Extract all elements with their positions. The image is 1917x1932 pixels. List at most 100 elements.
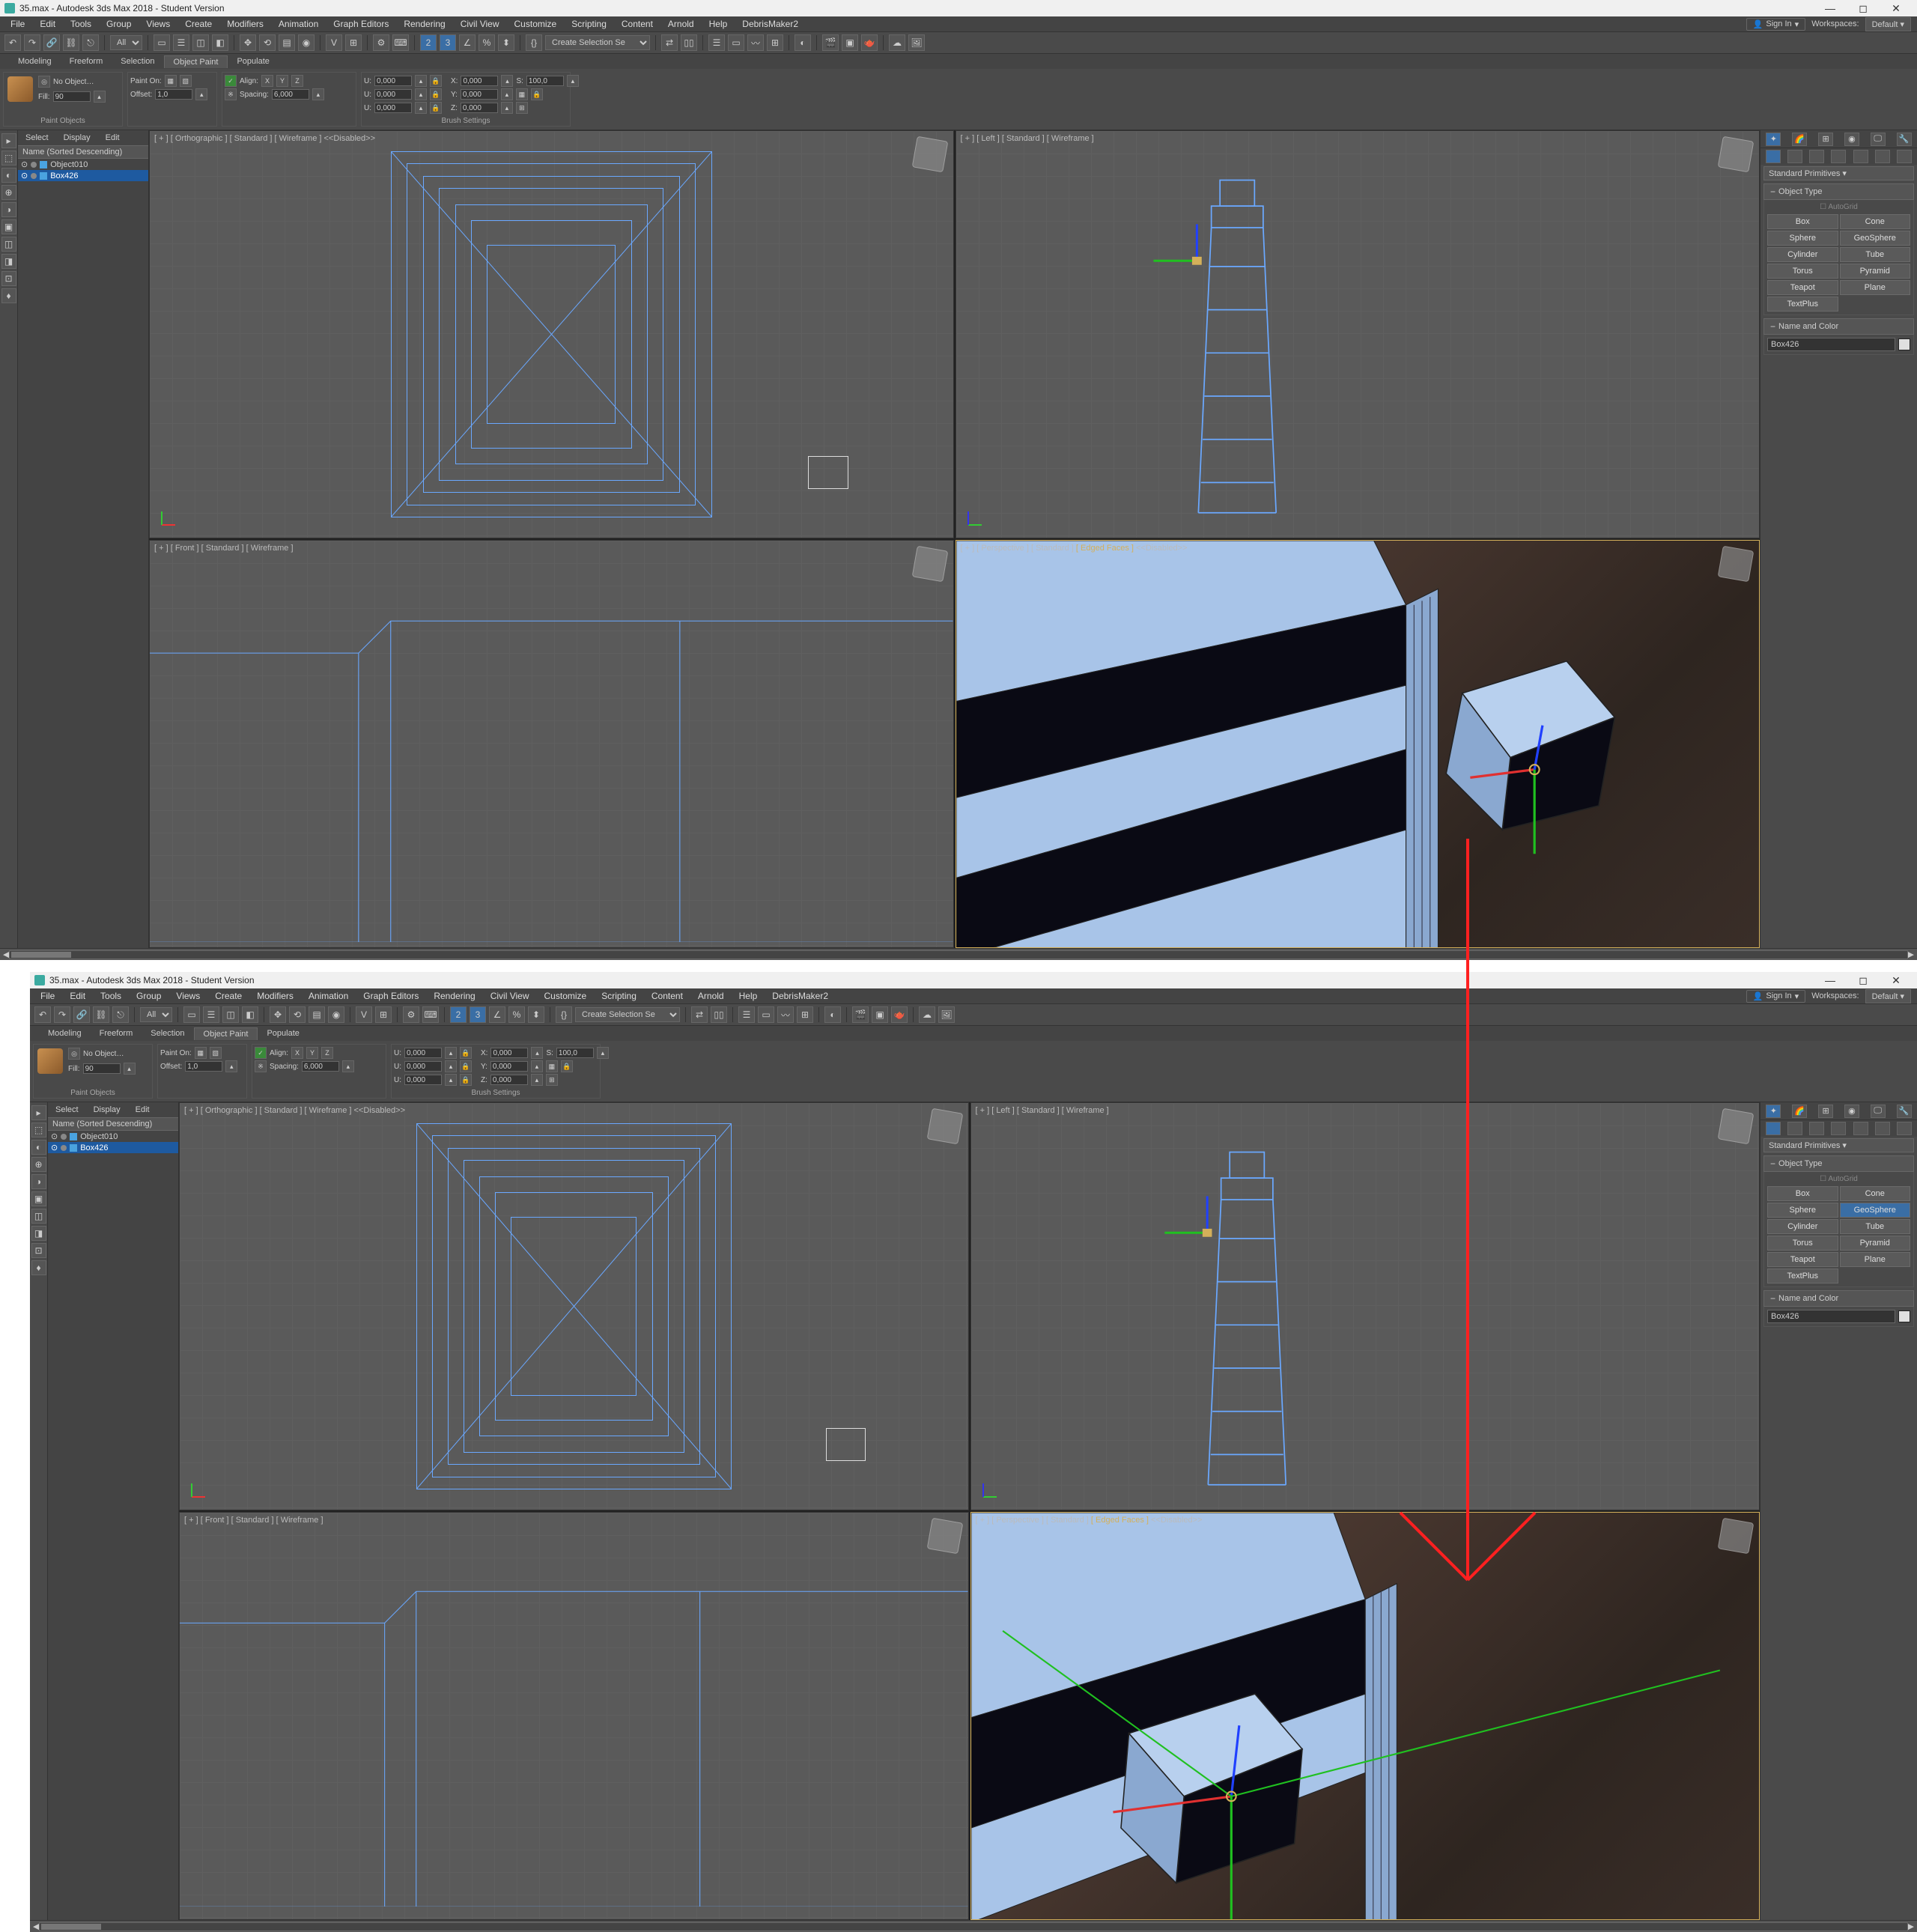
refcoord-button[interactable]: V: [356, 1006, 372, 1023]
filter-dropdown[interactable]: All: [140, 1007, 172, 1022]
timeline-scrollbar[interactable]: ◀▶: [30, 1920, 1917, 1932]
obj-pyramid[interactable]: Pyramid: [1840, 264, 1911, 279]
minimize-button[interactable]: —: [1814, 972, 1847, 988]
modify-tab[interactable]: 🌈: [1792, 1105, 1807, 1118]
ltool-2[interactable]: ⬚: [31, 1123, 46, 1137]
obj-sphere[interactable]: Sphere: [1767, 1203, 1838, 1218]
obj-textplus[interactable]: TextPlus: [1767, 297, 1838, 312]
viewport-perspective[interactable]: [ + ] [ Perspective ] [ Standard ] [ Edg…: [956, 540, 1760, 948]
alignx-btn[interactable]: X: [261, 75, 273, 87]
lights-cat[interactable]: [1809, 150, 1824, 163]
obj-torus[interactable]: Torus: [1767, 1236, 1838, 1251]
offset-input[interactable]: [155, 89, 192, 100]
vp-label-ortho[interactable]: [ + ] [ Orthographic ] [ Standard ] [ Wi…: [154, 134, 375, 143]
spacing-spinner[interactable]: ▴: [312, 88, 324, 100]
motion-tab[interactable]: ◉: [1844, 1105, 1859, 1118]
minimize-button[interactable]: —: [1814, 0, 1847, 16]
menu-file[interactable]: File: [33, 989, 62, 1003]
render-frame-button[interactable]: ▣: [842, 34, 858, 51]
ltool-8[interactable]: ◨: [31, 1226, 46, 1241]
alignz-btn[interactable]: Z: [321, 1047, 333, 1059]
scatter-btn[interactable]: ※: [225, 88, 237, 100]
move-button[interactable]: ✥: [270, 1006, 286, 1023]
unlink-button[interactable]: ⛓: [63, 34, 79, 51]
vp-label-left[interactable]: [ + ] [ Left ] [ Standard ] [ Wireframe …: [961, 134, 1094, 143]
u3-input[interactable]: [374, 103, 412, 113]
material-editor-button[interactable]: ◐: [795, 34, 811, 51]
snap-3d-button[interactable]: 3: [440, 34, 456, 51]
alignx-btn[interactable]: X: [291, 1047, 303, 1059]
lights-cat[interactable]: [1809, 1122, 1824, 1135]
obj-cone[interactable]: Cone: [1840, 1186, 1911, 1201]
menu-create[interactable]: Create: [177, 17, 219, 31]
move-button[interactable]: ✥: [240, 34, 256, 51]
geometry-cat[interactable]: [1766, 1122, 1781, 1135]
fill-input[interactable]: [83, 1063, 121, 1074]
primitive-dropdown[interactable]: Standard Primitives ▾: [1763, 166, 1914, 180]
autogrid-check[interactable]: ☐ AutoGrid: [1767, 1175, 1910, 1183]
menu-file[interactable]: File: [3, 17, 32, 31]
menu-rendering[interactable]: Rendering: [396, 17, 452, 31]
menu-arnold[interactable]: Arnold: [690, 989, 732, 1003]
ltool-10[interactable]: ♦: [31, 1260, 46, 1275]
angle-snap-button[interactable]: ∠: [489, 1006, 505, 1023]
align-button[interactable]: ▯▯: [711, 1006, 727, 1023]
name-color-header[interactable]: Name and Color: [1763, 318, 1914, 335]
menu-scripting[interactable]: Scripting: [594, 989, 644, 1003]
vp-label-front[interactable]: [ + ] [ Front ] [ Standard ] [ Wireframe…: [154, 544, 294, 553]
obj-cylinder[interactable]: Cylinder: [1767, 247, 1838, 262]
obj-geosphere[interactable]: GeoSphere: [1840, 1203, 1911, 1218]
systems-cat[interactable]: [1897, 1122, 1912, 1135]
pivot-button[interactable]: ⊞: [345, 34, 362, 51]
create-tab[interactable]: ✦: [1766, 133, 1781, 146]
obj-box[interactable]: Box: [1767, 1186, 1838, 1201]
viewport-left[interactable]: [ + ] [ Left ] [ Standard ] [ Wireframe …: [970, 1102, 1760, 1510]
display-tab[interactable]: 🖵: [1871, 1105, 1886, 1118]
obj-teapot[interactable]: Teapot: [1767, 280, 1838, 295]
render-setup-button[interactable]: 🎬: [822, 34, 839, 51]
vp-label-persp[interactable]: [ + ] [ Perspective ] [ Standard ] [ Edg…: [976, 1516, 1203, 1525]
unlink-button[interactable]: ⛓: [93, 1006, 109, 1023]
ribbon-tab-freeform[interactable]: Freeform: [61, 55, 112, 67]
obj-pyramid[interactable]: Pyramid: [1840, 1236, 1911, 1251]
window-crossing-button[interactable]: ◧: [242, 1006, 258, 1023]
spacewarps-cat[interactable]: [1875, 1122, 1890, 1135]
close-button[interactable]: ✕: [1880, 972, 1913, 988]
obj-textplus[interactable]: TextPlus: [1767, 1269, 1838, 1284]
percent-snap-button[interactable]: %: [479, 34, 495, 51]
ltool-4[interactable]: ⊕: [1, 185, 16, 200]
ribbon-tab-populate[interactable]: Populate: [258, 1027, 308, 1039]
geometry-cat[interactable]: [1766, 150, 1781, 163]
menu-civilview[interactable]: Civil View: [453, 17, 507, 31]
scale-button[interactable]: ▤: [309, 1006, 325, 1023]
scene-tab-display[interactable]: Display: [86, 1104, 128, 1116]
painton-btn2[interactable]: ▧: [180, 75, 192, 87]
select-name-button[interactable]: ☰: [203, 1006, 219, 1023]
keyboard-shortcut-button[interactable]: ⌨: [392, 34, 409, 51]
toggle-ribbon-button[interactable]: ▭: [728, 34, 744, 51]
menu-grapheditors[interactable]: Graph Editors: [356, 989, 426, 1003]
cameras-cat[interactable]: [1831, 1122, 1846, 1135]
snap-2d-button[interactable]: 2: [450, 1006, 467, 1023]
redo-button[interactable]: ↷: [24, 34, 40, 51]
object-name-input[interactable]: [1767, 338, 1895, 351]
obj-teapot[interactable]: Teapot: [1767, 1252, 1838, 1267]
menu-modifiers[interactable]: Modifiers: [249, 989, 301, 1003]
viewport-ortho[interactable]: [ + ] [ Orthographic ] [ Standard ] [ Wi…: [179, 1102, 969, 1510]
fill-spinner[interactable]: ▴: [94, 91, 106, 103]
spacing-input[interactable]: [272, 89, 309, 100]
scene-item-box426[interactable]: ⊙ Box426: [48, 1142, 178, 1153]
alignz-btn[interactable]: Z: [291, 75, 303, 87]
ltool-7[interactable]: ◫: [31, 1209, 46, 1224]
menu-content[interactable]: Content: [644, 989, 690, 1003]
schematic-view-button[interactable]: ⊞: [797, 1006, 813, 1023]
select-manipulate-button[interactable]: ⚙: [403, 1006, 419, 1023]
menu-edit[interactable]: Edit: [62, 989, 93, 1003]
bind-button[interactable]: ⎋: [112, 1006, 129, 1023]
select-region-button[interactable]: ◫: [222, 1006, 239, 1023]
ltool-7[interactable]: ◫: [1, 237, 16, 252]
placement-button[interactable]: ◉: [328, 1006, 344, 1023]
painton-btn1[interactable]: ▦: [165, 75, 177, 87]
redo-button[interactable]: ↷: [54, 1006, 70, 1023]
cameras-cat[interactable]: [1831, 150, 1846, 163]
